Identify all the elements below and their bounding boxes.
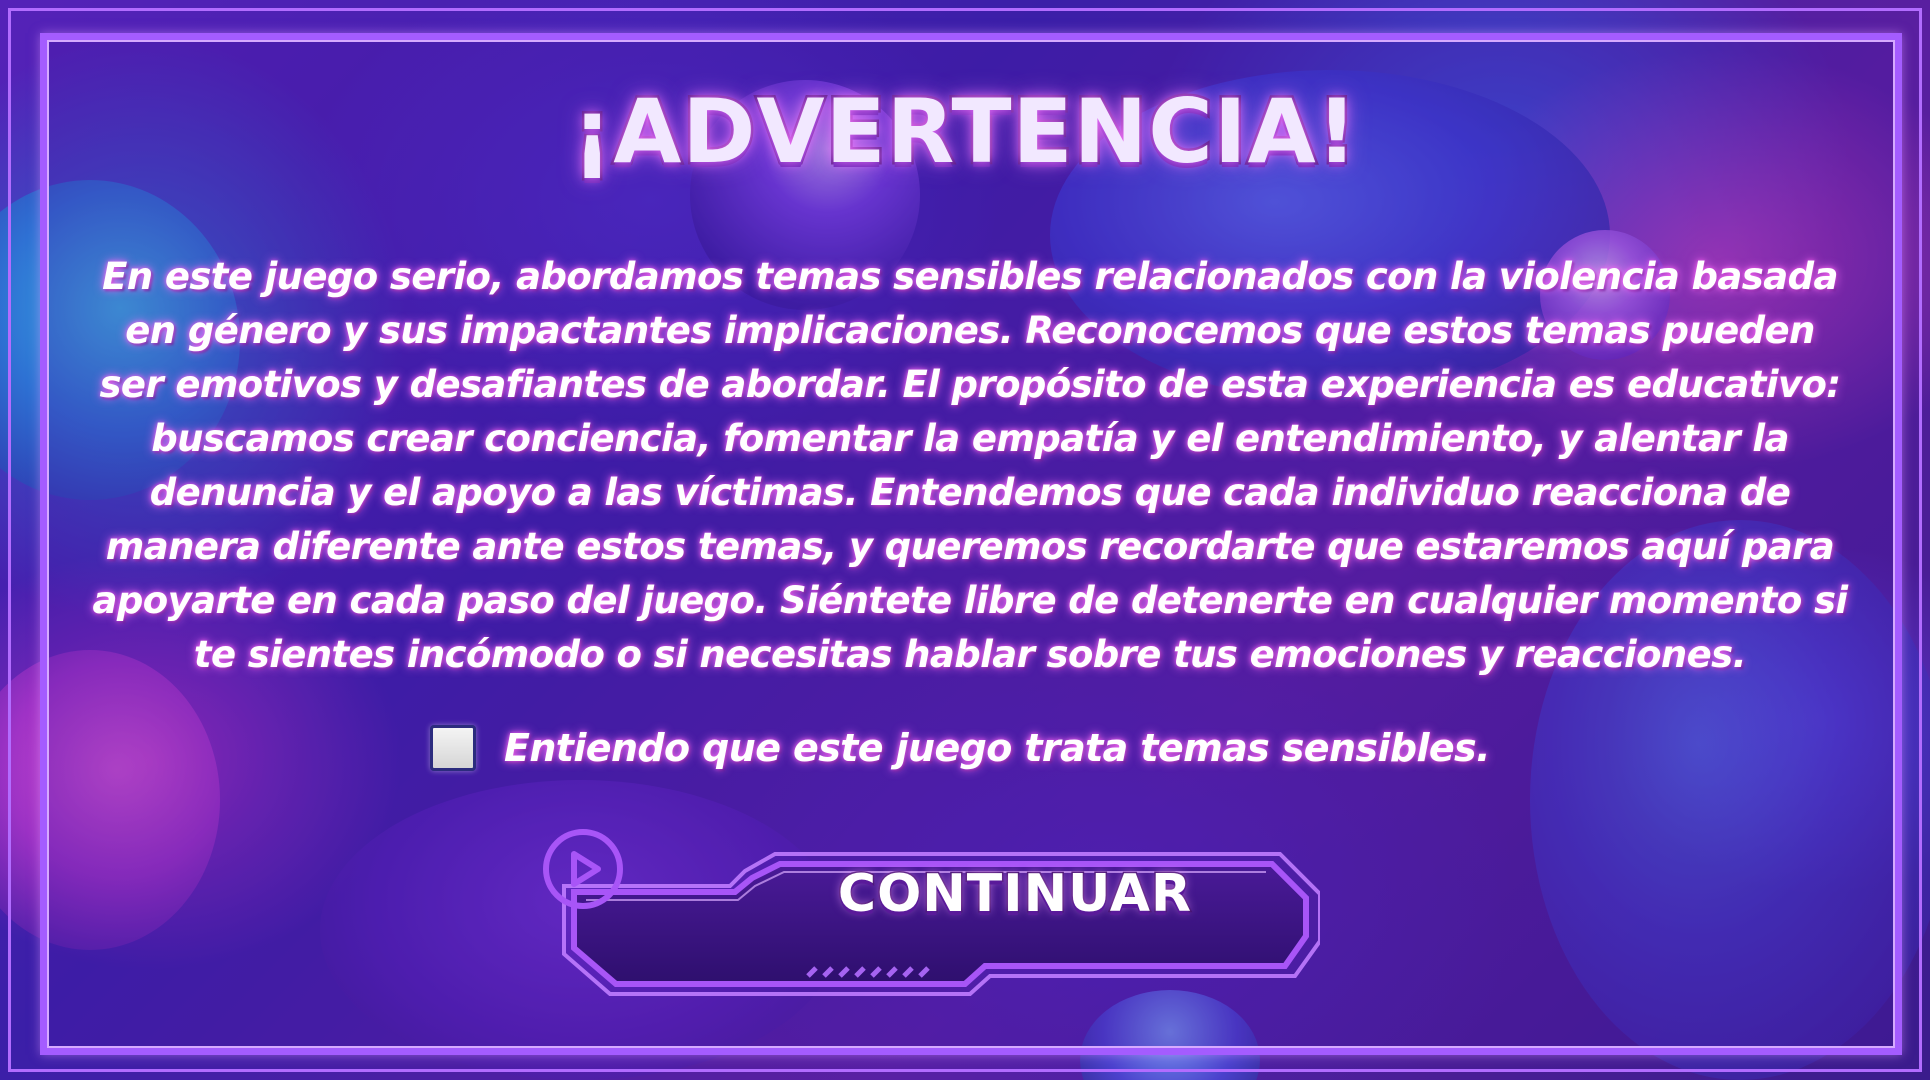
play-circle-icon — [543, 829, 623, 909]
consent-label[interactable]: Entiendo que este juego trata temas sens… — [504, 726, 1491, 770]
warning-paragraph: En este juego serio, abordamos temas sen… — [92, 255, 1849, 676]
continue-button-label[interactable]: CONTINUAR — [780, 863, 1250, 926]
warning-title: ¡ADVERTENCIA! — [570, 78, 1360, 186]
consent-checkbox-row[interactable]: Entiendo que este juego trata temas sens… — [430, 720, 1491, 776]
consent-checkbox[interactable] — [430, 725, 476, 771]
continue-button[interactable]: CONTINUAR — [540, 826, 1320, 998]
